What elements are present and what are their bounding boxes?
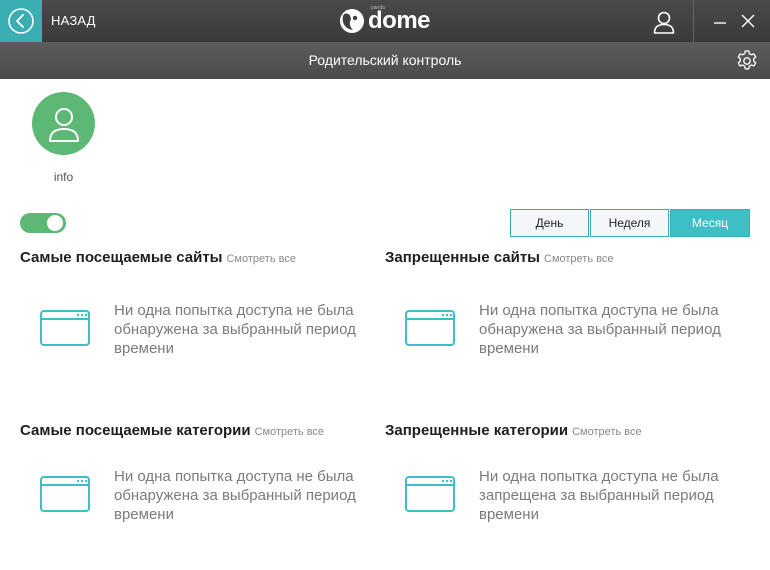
titlebar-divider (693, 0, 694, 42)
user-icon[interactable] (651, 9, 677, 35)
gear-icon[interactable] (735, 49, 759, 73)
top-categories-empty-message: Ни одна попытка доступа не была обнаруже… (114, 468, 356, 523)
close-icon[interactable] (740, 13, 756, 29)
top-sites-empty-message: Ни одна попытка доступа не была обнаруже… (114, 302, 356, 357)
logo-brand-small: panda (371, 5, 385, 11)
blocked-categories-title: Запрещенные категории (385, 422, 569, 439)
browser-window-icon (405, 310, 455, 346)
period-week-button[interactable]: Неделя (590, 209, 669, 237)
period-day-button[interactable]: День (510, 209, 589, 237)
browser-window-icon (405, 476, 455, 512)
period-selector: День Неделя Месяц (510, 209, 751, 237)
avatar-user-icon (48, 107, 79, 142)
panda-logo-icon (340, 9, 364, 33)
browser-window-icon (40, 310, 90, 346)
blocked-categories-heading: Запрещенные категории Смотреть все (385, 422, 642, 439)
title-bar: Родительский контроль (0, 42, 770, 79)
profile-name: info (53, 170, 74, 184)
toggle-knob (47, 215, 63, 231)
blocked-categories-empty-message: Ни одна попытка доступа не была запрещен… (479, 468, 719, 523)
blocked-sites-view-all-link[interactable]: Смотреть все (544, 253, 613, 265)
top-bar: НАЗАД dome panda (0, 0, 770, 42)
top-sites-heading: Самые посещаемые сайты Смотреть все (20, 249, 296, 266)
minimize-icon[interactable] (712, 13, 728, 29)
top-categories-heading: Самые посещаемые категории Смотреть все (20, 422, 324, 439)
back-label[interactable]: НАЗАД (51, 13, 96, 28)
logo-text: dome (368, 7, 431, 34)
protection-toggle[interactable] (20, 213, 66, 233)
top-sites-title: Самые посещаемые сайты (20, 249, 223, 266)
top-sites-view-all-link[interactable]: Смотреть все (226, 253, 295, 265)
blocked-categories-view-all-link[interactable]: Смотреть все (572, 426, 641, 438)
avatar[interactable] (32, 92, 95, 155)
top-categories-view-all-link[interactable]: Смотреть все (255, 426, 324, 438)
back-arrow-icon (8, 8, 34, 34)
back-button[interactable] (0, 0, 42, 42)
blocked-sites-title: Запрещенные сайты (385, 249, 540, 266)
blocked-sites-empty-message: Ни одна попытка доступа не была обнаруже… (479, 302, 721, 357)
top-categories-title: Самые посещаемые категории (20, 422, 251, 439)
page-title: Родительский контроль (308, 52, 462, 68)
blocked-sites-heading: Запрещенные сайты Смотреть все (385, 249, 613, 266)
period-month-button[interactable]: Месяц (670, 209, 750, 237)
browser-window-icon (40, 476, 90, 512)
